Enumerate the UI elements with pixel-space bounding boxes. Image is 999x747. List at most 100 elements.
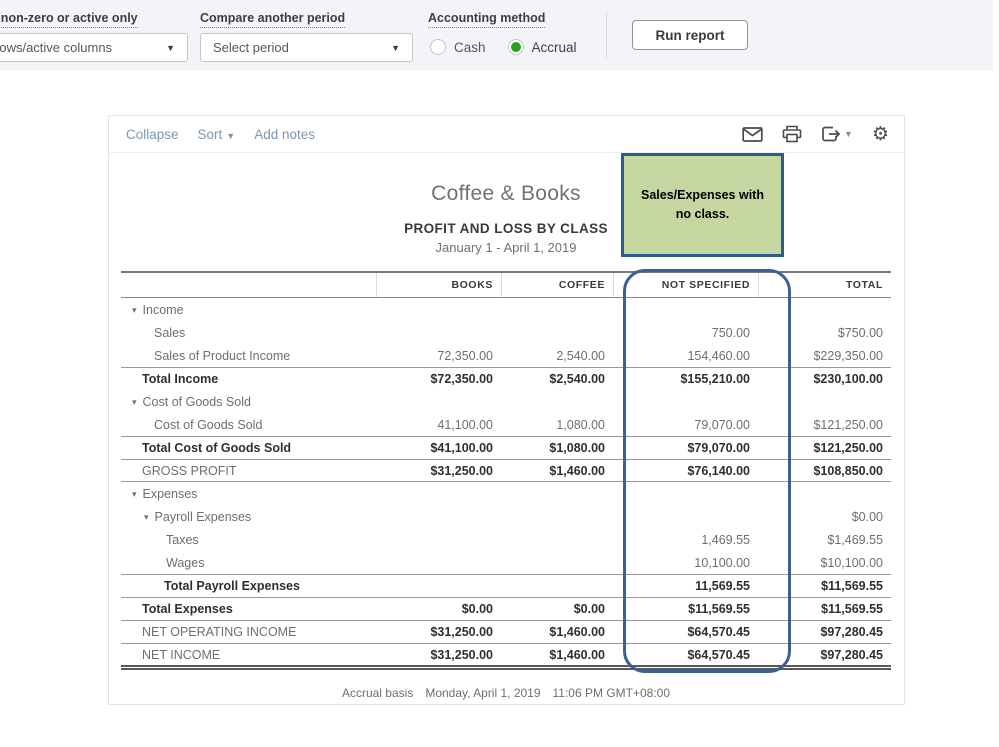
row-label: Total Payroll Expenses — [121, 579, 376, 593]
table-row: NET INCOME$31,250.00$1,460.00$64,570.45$… — [121, 643, 891, 670]
row-label: Sales — [121, 326, 376, 340]
cell-not_specified: 11,569.55 — [613, 579, 758, 593]
collapse-triangle-icon[interactable]: ▾ — [132, 305, 137, 316]
cell-not_specified[interactable]: 1,469.55 — [613, 533, 758, 547]
rows-columns-value: Active rows/active columns — [0, 40, 112, 55]
row-label: ▾Cost of Goods Sold — [121, 395, 376, 409]
compare-period-select[interactable]: Select period ▼ — [200, 33, 413, 62]
run-report-button[interactable]: Run report — [632, 20, 748, 50]
cell-coffee: $1,080.00 — [501, 441, 613, 455]
cell-coffee[interactable]: 1,080.00 — [501, 418, 613, 432]
row-label: Total Expenses — [121, 602, 376, 616]
cell-total[interactable]: $229,350.00 — [758, 349, 891, 363]
table-row: ▾ Income — [121, 298, 891, 321]
cash-radio[interactable] — [430, 39, 446, 55]
cell-coffee: $2,540.00 — [501, 372, 613, 386]
filter-toolbar: Show non-zero or active only Active rows… — [0, 0, 993, 70]
row-label-text: NET OPERATING INCOME — [142, 625, 296, 639]
accrual-radio[interactable] — [508, 39, 524, 55]
cell-books[interactable]: 72,350.00 — [376, 349, 501, 363]
cell-not_specified[interactable]: 154,460.00 — [613, 349, 758, 363]
row-label: Wages — [121, 556, 376, 570]
cell-total[interactable]: $750.00 — [758, 326, 891, 340]
compare-period-label[interactable]: Compare another period — [200, 11, 345, 28]
table-header-row: BOOKSCOFFEENOT SPECIFIEDTOTAL — [121, 271, 891, 298]
row-label-text: Total Expenses — [142, 602, 233, 616]
collapse-button[interactable]: Collapse — [126, 127, 179, 142]
cell-books: $31,250.00 — [376, 625, 501, 639]
row-label-text: Wages — [166, 556, 204, 570]
row-label: Taxes — [121, 533, 376, 547]
table-row: Total Expenses$0.00$0.00$11,569.55$11,56… — [121, 597, 891, 620]
cash-radio-label[interactable]: Cash — [454, 40, 486, 55]
table-row: Sales of Product Income 72,350.002,540.00… — [121, 344, 891, 367]
cell-total: $11,569.55 — [758, 602, 891, 616]
cell-not_specified[interactable]: 79,070.00 — [613, 418, 758, 432]
row-label-text: GROSS PROFIT — [142, 464, 236, 478]
row-label: Total Cost of Goods Sold — [121, 441, 376, 455]
row-label-text: Sales — [154, 326, 185, 340]
table-row: Total Payroll Expenses11,569.55$11,569.5… — [121, 574, 891, 597]
cell-books[interactable]: 41,100.00 — [376, 418, 501, 432]
cell-not_specified: $11,569.55 — [613, 602, 758, 616]
column-header-label — [121, 273, 376, 297]
table-row: ▾Payroll Expenses$0.00 — [121, 505, 891, 528]
chevron-down-icon: ▼ — [391, 43, 400, 53]
cell-books: $31,250.00 — [376, 464, 501, 478]
cell-coffee[interactable]: 2,540.00 — [501, 349, 613, 363]
row-label-text: Total Cost of Goods Sold — [142, 441, 291, 455]
cell-coffee: $1,460.00 — [501, 464, 613, 478]
cell-not_specified[interactable]: 750.00 — [613, 326, 758, 340]
cell-not_specified: $155,210.00 — [613, 372, 758, 386]
toolbar-divider — [606, 12, 607, 58]
row-label-text: Sales of Product Income — [154, 349, 290, 363]
row-label-text: NET INCOME — [142, 648, 220, 662]
print-icon[interactable] — [782, 125, 802, 143]
table-row: Wages 10,100.00$10,100.00 — [121, 551, 891, 574]
cell-total[interactable]: $121,250.00 — [758, 418, 891, 432]
cell-not_specified: $79,070.00 — [613, 441, 758, 455]
collapse-triangle-icon[interactable]: ▾ — [132, 489, 137, 500]
cell-total: $108,850.00 — [758, 464, 891, 478]
column-header-books: BOOKS — [376, 273, 501, 297]
cell-total[interactable]: $10,100.00 — [758, 556, 891, 570]
cell-not_specified: $76,140.00 — [613, 464, 758, 478]
cell-not_specified: $64,570.45 — [613, 625, 758, 639]
collapse-triangle-icon[interactable]: ▾ — [144, 512, 149, 523]
table-row: NET OPERATING INCOME$31,250.00$1,460.00$… — [121, 620, 891, 643]
table-row: Total Cost of Goods Sold$41,100.00$1,080… — [121, 436, 891, 459]
cell-books: $31,250.00 — [376, 648, 501, 662]
cell-not_specified[interactable]: 10,100.00 — [613, 556, 758, 570]
cell-books: $72,350.00 — [376, 372, 501, 386]
chevron-down-icon: ▼ — [844, 129, 853, 139]
table-row: GROSS PROFIT $31,250.00$1,460.00$76,140.0… — [121, 459, 891, 482]
sort-button[interactable]: Sort▼ — [198, 127, 236, 142]
table-row: Sales 750.00$750.00 — [121, 321, 891, 344]
cell-total: $97,280.45 — [758, 625, 891, 639]
cell-total[interactable]: $1,469.55 — [758, 533, 891, 547]
cell-coffee: $1,460.00 — [501, 648, 613, 662]
accrual-radio-label[interactable]: Accrual — [532, 40, 577, 55]
cell-total: $121,250.00 — [758, 441, 891, 455]
profit-loss-table: BOOKSCOFFEENOT SPECIFIEDTOTAL ▾ Income Sale… — [121, 271, 891, 670]
gear-icon[interactable]: ⚙ — [872, 125, 889, 144]
collapse-triangle-icon[interactable]: ▾ — [132, 397, 137, 408]
annotation-text: Sales/Expenses with no class. — [634, 186, 771, 225]
add-notes-button[interactable]: Add notes — [254, 127, 315, 142]
report-footer: Accrual basis Monday, April 1, 2019 11:0… — [121, 686, 891, 700]
accounting-method-label[interactable]: Accounting method — [428, 11, 545, 28]
row-label-text: Cost of Goods Sold — [154, 418, 262, 432]
chevron-down-icon: ▼ — [226, 131, 235, 141]
email-icon[interactable] — [742, 126, 763, 143]
footer-time: 11:06 PM GMT+08:00 — [553, 686, 671, 700]
row-label-text: Expenses — [143, 487, 198, 501]
show-filter-label[interactable]: Show non-zero or active only — [0, 11, 138, 28]
rows-columns-select[interactable]: Active rows/active columns ▼ — [0, 33, 188, 62]
export-icon[interactable]: ▼ — [821, 125, 853, 143]
table-row: Total Income$72,350.00$2,540.00$155,210.… — [121, 367, 891, 390]
column-header-coffee: COFFEE — [501, 273, 613, 297]
cell-not_specified: $64,570.45 — [613, 648, 758, 662]
row-label: GROSS PROFIT — [121, 464, 376, 478]
table-row: ▾Cost of Goods Sold — [121, 390, 891, 413]
row-label-text: Income — [143, 303, 184, 317]
